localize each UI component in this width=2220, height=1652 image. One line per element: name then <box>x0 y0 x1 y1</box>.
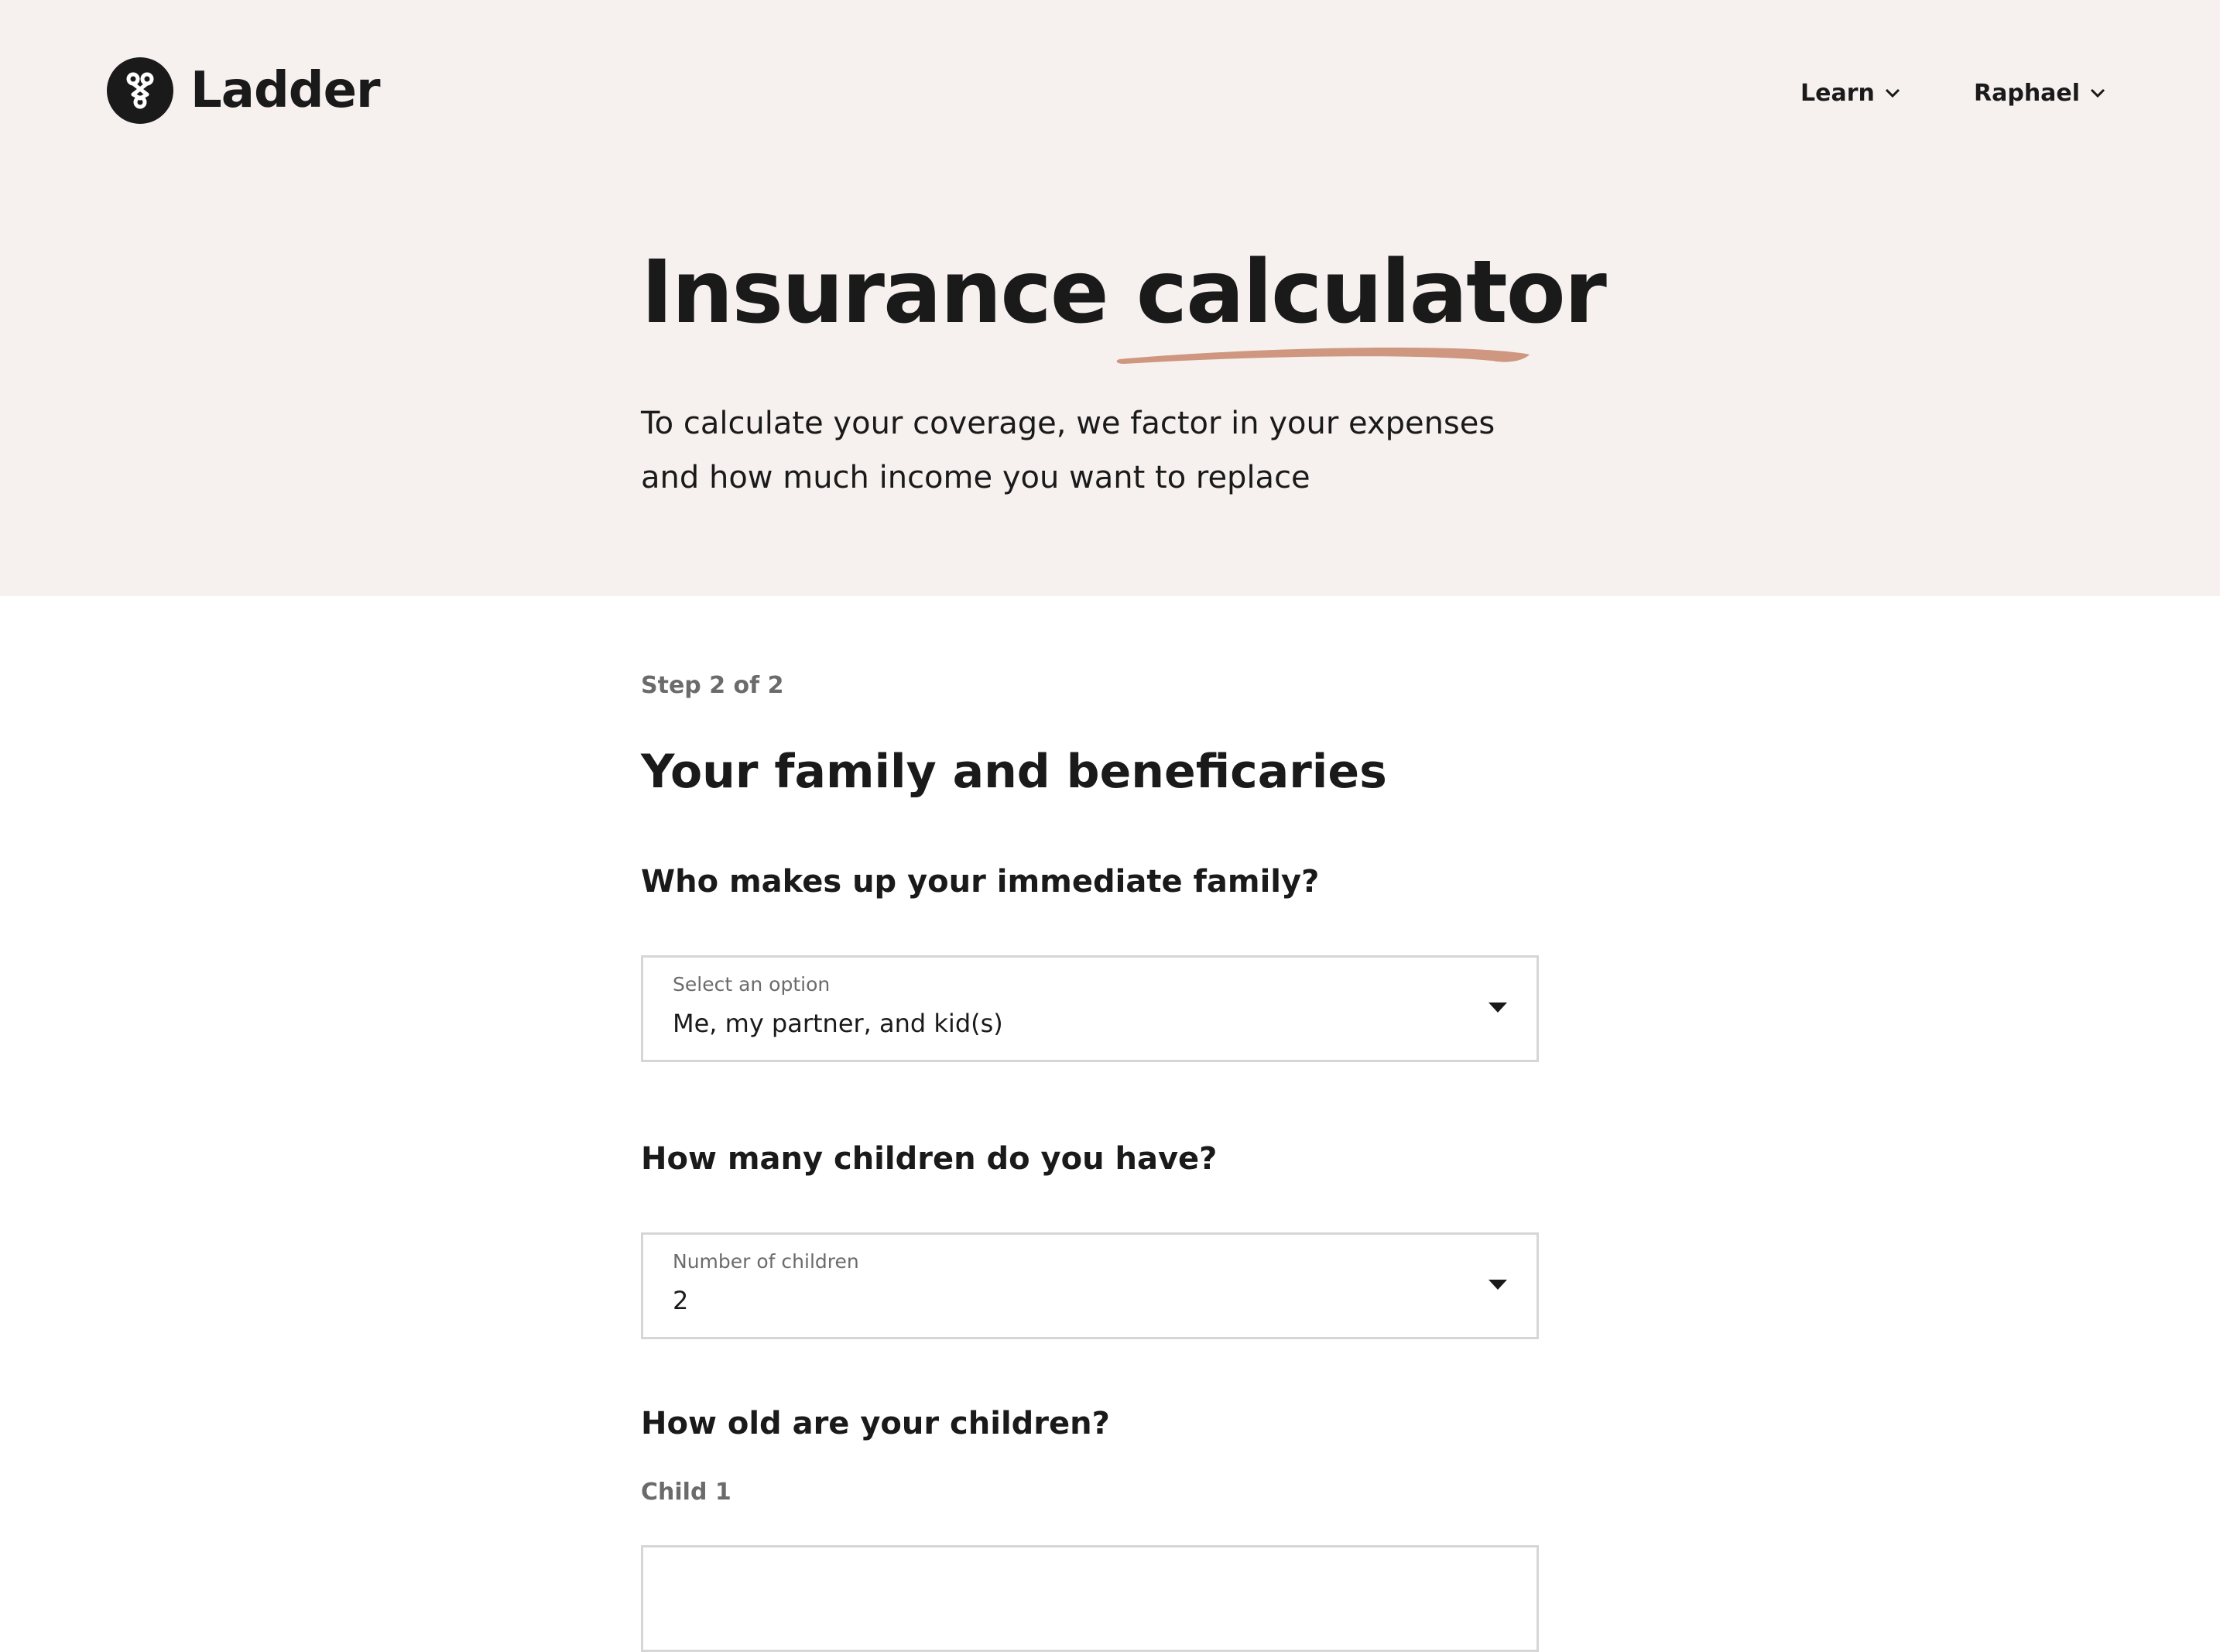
nav-learn-label: Learn <box>1800 79 1875 107</box>
family-question: Who makes up your immediate family? <box>641 864 1320 900</box>
title-underline-decoration <box>1116 347 1530 364</box>
caret-down-icon <box>1489 1280 1507 1290</box>
page-title: Insurance calculator <box>641 242 1607 343</box>
child-1-age-select[interactable] <box>641 1545 1539 1652</box>
ladder-logo[interactable]: Ladder <box>107 57 381 124</box>
children-select-label: Number of children <box>673 1250 859 1273</box>
children-ages-question: How old are your children? <box>641 1406 1110 1441</box>
family-select-label: Select an option <box>673 973 831 996</box>
chevron-down-icon <box>2089 87 2106 98</box>
brand-name: Ladder <box>190 62 381 119</box>
children-select-value: 2 <box>673 1286 689 1315</box>
section-title: Your family and beneficaries <box>641 745 1387 799</box>
page-subtitle: To calculate your coverage, we factor in… <box>641 406 1495 495</box>
nav-user-menu[interactable]: Raphael <box>1974 74 2106 111</box>
caret-down-icon <box>1489 1003 1507 1013</box>
family-select-value: Me, my partner, and kid(s) <box>673 1009 1003 1038</box>
children-count-select[interactable]: Number of children 2 <box>641 1232 1539 1339</box>
chevron-down-icon <box>1884 87 1901 98</box>
child-1-label: Child 1 <box>641 1479 731 1506</box>
step-indicator: Step 2 of 2 <box>641 672 784 699</box>
nav-learn-menu[interactable]: Learn <box>1800 74 1901 111</box>
ladder-knot-icon <box>107 57 173 124</box>
nav-user-label: Raphael <box>1974 79 2081 107</box>
family-select[interactable]: Select an option Me, my partner, and kid… <box>641 955 1539 1062</box>
children-question: How many children do you have? <box>641 1141 1218 1177</box>
